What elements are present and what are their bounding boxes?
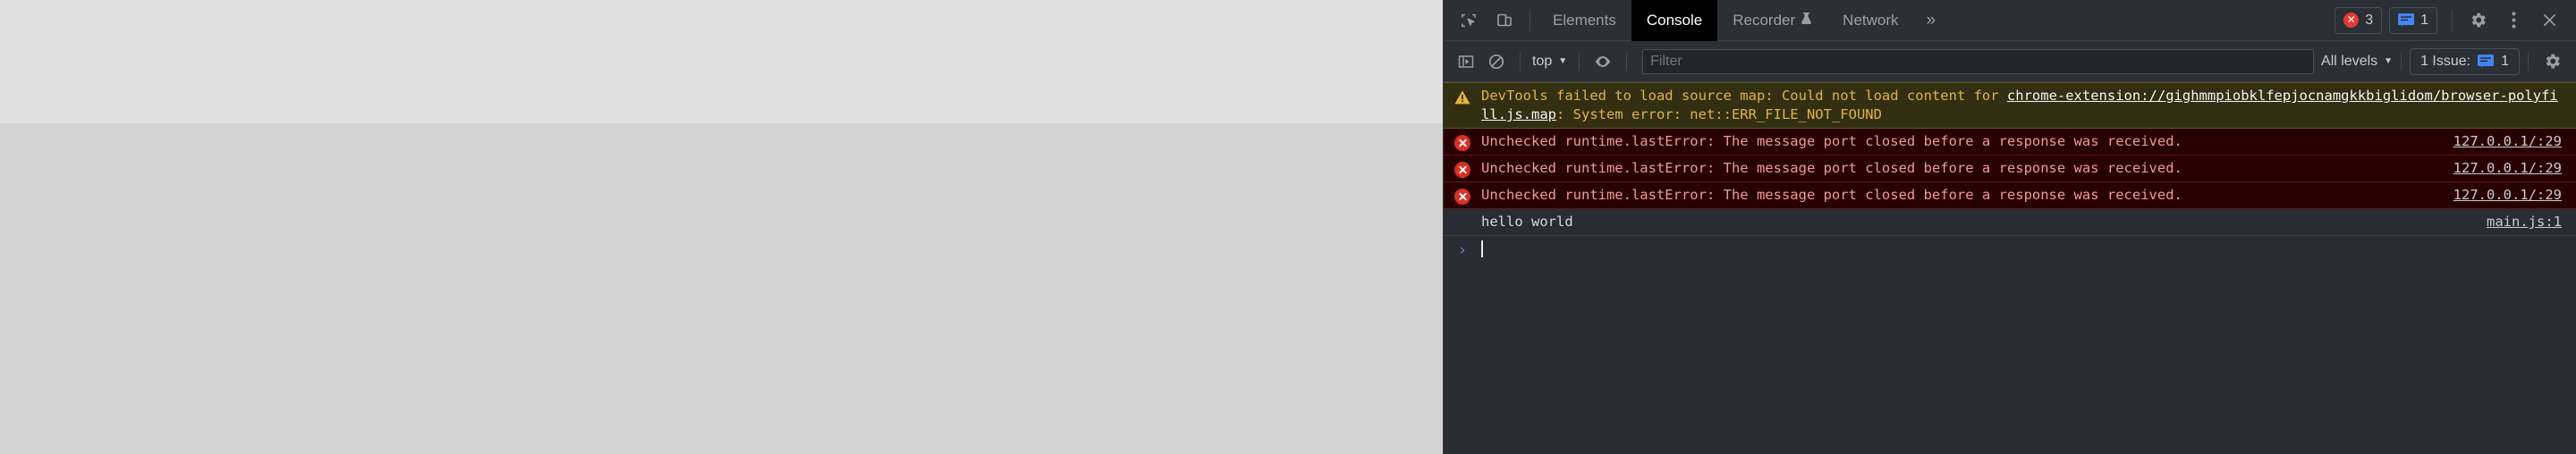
error-source-link[interactable]: 127.0.0.1/:29	[2445, 159, 2576, 178]
prompt-chevron-icon: ›	[1457, 241, 1468, 259]
filterbar-divider-3	[1626, 52, 1628, 71]
clear-console-icon[interactable]	[1481, 46, 1512, 77]
execution-context-label: top	[1532, 53, 1553, 69]
chevron-down-icon: ▼	[1558, 56, 1568, 66]
tab-console-label: Console	[1646, 11, 1703, 29]
log-icon-placeholder	[1444, 213, 1481, 215]
text-cursor	[1481, 240, 1483, 257]
filterbar-divider-1	[1520, 52, 1521, 71]
error-message-text: Unchecked runtime.lastError: The message…	[1481, 160, 2182, 176]
error-source-link[interactable]: 127.0.0.1/:29	[2445, 186, 2576, 205]
devtools-panel: Elements Console Recorder Network » ✕ 3	[1443, 0, 2576, 454]
console-message-error[interactable]: Unchecked runtime.lastError: The message…	[1444, 156, 2576, 182]
tab-network-label: Network	[1843, 11, 1899, 29]
tab-elements-label: Elements	[1553, 11, 1616, 29]
issues-count: 1	[2501, 53, 2509, 69]
console-sidebar-icon[interactable]	[1451, 46, 1481, 77]
issues-label: 1 Issue:	[2420, 53, 2471, 69]
chevron-down-icon-levels: ▼	[2384, 56, 2394, 66]
tab-elements[interactable]: Elements	[1538, 0, 1631, 41]
error-source-link[interactable]: 127.0.0.1/:29	[2445, 132, 2576, 151]
issue-counter-value: 1	[2420, 12, 2428, 28]
issue-counter[interactable]: 1	[2389, 6, 2437, 34]
error-message-text: Unchecked runtime.lastError: The message…	[1481, 187, 2182, 203]
error-message-text: Unchecked runtime.lastError: The message…	[1481, 133, 2182, 149]
log-source-link[interactable]: main.js:1	[2478, 213, 2576, 231]
tabbar-divider-2	[2452, 9, 2453, 31]
warning-triangle-icon	[1444, 87, 1481, 105]
warning-seg-3: : System error: net::ERR_FILE_NOT_FOUND	[1556, 106, 1882, 122]
execution-context-selector[interactable]: top ▼	[1529, 54, 1571, 70]
issue-message-icon-2	[2478, 55, 2495, 68]
console-message-list[interactable]: DevTools failed to load source map: Coul…	[1444, 82, 2576, 454]
inspect-element-icon[interactable]	[1451, 3, 1487, 38]
error-circle-icon	[1444, 159, 1481, 178]
flask-icon	[1801, 0, 1812, 41]
console-message-warning[interactable]: DevTools failed to load source map: Coul…	[1444, 82, 2576, 129]
error-counter[interactable]: ✕ 3	[2334, 6, 2383, 34]
more-tabs-icon[interactable]: »	[1914, 11, 1949, 30]
console-message-log[interactable]: hello world main.js:1	[1444, 209, 2576, 236]
console-prompt-input[interactable]	[1481, 240, 1483, 259]
web-page-viewport[interactable]	[0, 0, 1443, 454]
console-message-error[interactable]: Unchecked runtime.lastError: The message…	[1444, 182, 2576, 209]
tab-recorder[interactable]: Recorder	[1717, 0, 1827, 41]
console-filter-toolbar: top ▼ All levels ▼ 1 Issue:	[1444, 41, 2576, 82]
close-icon[interactable]	[2531, 3, 2567, 38]
live-expression-icon[interactable]	[1588, 46, 1618, 77]
warning-message-text: DevTools failed to load source map: Coul…	[1481, 87, 2576, 124]
error-circle-icon	[1444, 186, 1481, 205]
tab-console[interactable]: Console	[1631, 0, 1718, 41]
error-circle-icon: ✕	[2343, 13, 2360, 28]
warning-seg-1: DevTools failed to load source map: Coul…	[1481, 88, 2007, 104]
tab-recorder-label: Recorder	[1733, 11, 1796, 29]
filterbar-divider-5	[2528, 52, 2529, 71]
kebab-menu-icon[interactable]	[2496, 3, 2531, 38]
filterbar-divider-2	[1579, 52, 1580, 71]
log-level-selector[interactable]: All levels ▼	[2321, 54, 2393, 70]
devtools-tabbar: Elements Console Recorder Network » ✕ 3	[1444, 0, 2576, 41]
tab-network[interactable]: Network	[1827, 0, 1913, 41]
page-top-band	[0, 0, 1443, 123]
page-bottom-band	[0, 123, 1443, 454]
console-settings-icon[interactable]	[2537, 46, 2567, 77]
gear-icon[interactable]	[2460, 3, 2496, 38]
console-message-error[interactable]: Unchecked runtime.lastError: The message…	[1444, 129, 2576, 156]
issue-message-icon	[2398, 13, 2415, 27]
issues-button[interactable]: 1 Issue: 1	[2410, 47, 2520, 75]
console-prompt[interactable]: ›	[1444, 236, 2576, 265]
log-level-label: All levels	[2321, 53, 2378, 69]
error-circle-icon	[1444, 132, 1481, 151]
tabbar-status-area: ✕ 3 1	[2334, 3, 2576, 38]
error-counter-value: 3	[2365, 12, 2374, 28]
filter-input[interactable]	[1642, 48, 2315, 74]
log-message-text: hello world	[1481, 214, 1573, 230]
device-toolbar-icon[interactable]	[1487, 3, 1522, 38]
filterbar-divider-4	[2401, 52, 2402, 71]
